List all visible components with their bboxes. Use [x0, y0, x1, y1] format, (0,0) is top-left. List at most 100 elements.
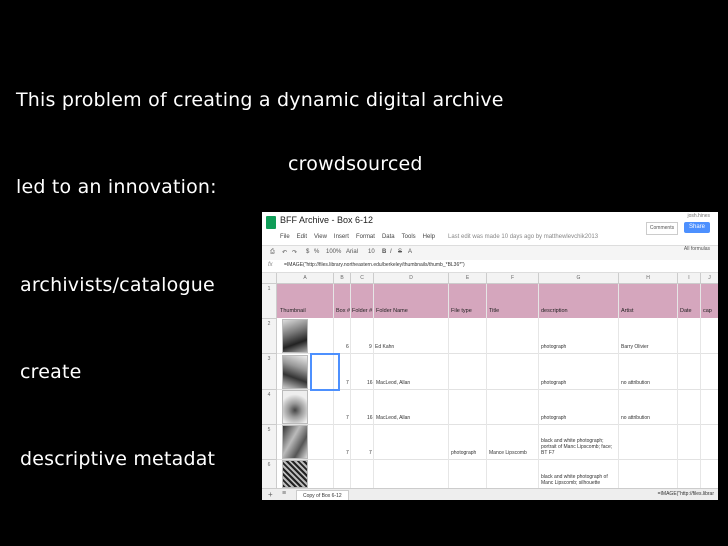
- thumbnail-image[interactable]: [282, 319, 308, 353]
- column-header[interactable]: J: [701, 273, 718, 284]
- folder-cell[interactable]: 9: [369, 344, 372, 350]
- folder-name-cell[interactable]: MacLeod, Allan: [376, 380, 410, 386]
- column-divider: [538, 284, 539, 492]
- column-header[interactable]: I: [678, 273, 701, 284]
- header-cell[interactable]: Folder Name: [376, 308, 408, 314]
- header-cell[interactable]: Box #: [336, 308, 350, 314]
- header-row: Thumbnail Box # Folder # Folder Name Fil…: [277, 284, 718, 318]
- innovation-item: crowdsourced: [288, 153, 423, 175]
- bold-icon[interactable]: B: [382, 249, 386, 255]
- selected-cell[interactable]: [310, 353, 340, 391]
- column-header[interactable]: F: [487, 273, 539, 284]
- row-divider: [277, 389, 718, 390]
- header-cell[interactable]: Thumbnail: [280, 308, 306, 314]
- box-cell[interactable]: 7: [346, 380, 349, 386]
- font-select[interactable]: Arial: [346, 249, 358, 255]
- formula-bar[interactable]: fx =IMAGE("http://files.library.northeas…: [262, 260, 718, 273]
- column-divider: [486, 284, 487, 492]
- header-cell[interactable]: Folder #: [352, 308, 372, 314]
- column-divider: [700, 284, 701, 492]
- folder-name-cell[interactable]: Ed Kahn: [375, 344, 394, 350]
- heading-line: led to an innovation:: [16, 176, 217, 198]
- row-number[interactable]: 2: [262, 319, 277, 354]
- redo-icon[interactable]: ↷: [292, 249, 297, 256]
- folder-cell[interactable]: 16: [367, 415, 373, 421]
- row-number[interactable]: 6: [262, 460, 277, 489]
- folder-cell[interactable]: 16: [367, 380, 373, 386]
- thumbnail-image[interactable]: [282, 460, 308, 488]
- font-size-select[interactable]: 10: [368, 249, 375, 255]
- column-header[interactable]: D: [374, 273, 449, 284]
- share-button[interactable]: Share: [684, 222, 710, 233]
- row-number[interactable]: 4: [262, 390, 277, 425]
- row-number[interactable]: 1: [262, 284, 277, 319]
- document-title[interactable]: BFF Archive - Box 6-12: [280, 215, 373, 225]
- column-header[interactable]: H: [619, 273, 678, 284]
- thumbnail-image[interactable]: [282, 390, 308, 424]
- column-divider: [677, 284, 678, 492]
- add-sheet-icon[interactable]: +: [268, 490, 273, 499]
- column-header[interactable]: B: [334, 273, 351, 284]
- description-cell[interactable]: photograph: [541, 380, 566, 386]
- column-divider: [448, 284, 449, 492]
- artist-cell[interactable]: Barry Olivier: [621, 344, 649, 350]
- header-cell[interactable]: description: [541, 308, 568, 314]
- file-type-cell[interactable]: photograph: [451, 450, 476, 456]
- header-cell[interactable]: File type: [451, 308, 472, 314]
- strikethrough-icon[interactable]: S: [398, 249, 402, 255]
- slide-heading: This problem of creating a dynamic digit…: [16, 28, 504, 231]
- column-header[interactable]: A: [277, 273, 334, 284]
- column-header[interactable]: G: [539, 273, 619, 284]
- menu-edit[interactable]: Edit: [297, 234, 307, 244]
- toolbar: ⎙ ↶ ↷ $ % 100% Arial 10 B I S A: [262, 245, 718, 261]
- menu-view[interactable]: View: [314, 234, 327, 244]
- sheet-tab[interactable]: Copy of Box 6-12: [296, 490, 349, 500]
- print-icon[interactable]: ⎙: [270, 249, 275, 256]
- header-cell[interactable]: Artist: [621, 308, 634, 314]
- percent-icon[interactable]: %: [314, 249, 319, 255]
- thumbnail-image[interactable]: [282, 355, 308, 389]
- formula-text[interactable]: =IMAGE("http://files.library.northeaster…: [284, 262, 465, 268]
- box-cell[interactable]: 7: [346, 415, 349, 421]
- description-cell[interactable]: black and white photograph; portrait of …: [541, 438, 612, 456]
- archivist-line: create: [20, 361, 82, 383]
- row-number[interactable]: 5: [262, 425, 277, 460]
- text-color-icon[interactable]: A: [408, 249, 412, 255]
- comments-button[interactable]: Comments: [646, 222, 678, 235]
- spreadsheet-screenshot: BFF Archive - Box 6-12 josh.hines Commen…: [262, 212, 718, 500]
- column-divider: [373, 284, 374, 492]
- thumbnail-image[interactable]: [282, 425, 308, 459]
- folder-cell[interactable]: 7: [369, 450, 372, 456]
- zoom-select[interactable]: 100%: [326, 249, 341, 255]
- header-cell[interactable]: Date: [680, 308, 692, 314]
- menu-help[interactable]: Help: [423, 234, 435, 244]
- menu-data[interactable]: Data: [382, 234, 395, 244]
- user-account[interactable]: josh.hines: [687, 213, 710, 219]
- description-cell[interactable]: photograph: [541, 344, 566, 350]
- header-cell[interactable]: Title: [489, 308, 499, 314]
- fx-icon: fx: [268, 262, 273, 268]
- description-cell[interactable]: photograph: [541, 415, 566, 421]
- description-cell[interactable]: black and white photograph of Manc Lipsc…: [541, 474, 608, 486]
- artist-cell[interactable]: no attribution: [621, 380, 650, 386]
- header-cell[interactable]: cap: [703, 308, 712, 314]
- corner-header[interactable]: [262, 273, 277, 284]
- row-number[interactable]: 3: [262, 354, 277, 390]
- sheet-list-icon[interactable]: ≡: [282, 490, 286, 497]
- undo-icon[interactable]: ↶: [282, 249, 287, 256]
- box-cell[interactable]: 6: [346, 344, 349, 350]
- menu-tools[interactable]: Tools: [402, 234, 416, 244]
- column-header[interactable]: C: [351, 273, 374, 284]
- box-cell[interactable]: 7: [346, 450, 349, 456]
- menu-file[interactable]: File: [280, 234, 290, 244]
- last-edit-status[interactable]: Last edit was made 10 days ago by matthe…: [448, 234, 598, 244]
- title-cell[interactable]: Mance Lipscomb: [489, 450, 527, 456]
- menu-insert[interactable]: Insert: [334, 234, 349, 244]
- folder-name-cell[interactable]: MacLeod, Allan: [376, 415, 410, 421]
- italic-icon[interactable]: I: [390, 249, 392, 255]
- menu-format[interactable]: Format: [356, 234, 375, 244]
- currency-icon[interactable]: $: [306, 249, 309, 255]
- artist-cell[interactable]: no attribution: [621, 415, 650, 421]
- all-formulas-toggle[interactable]: All formulas: [684, 246, 710, 252]
- column-header[interactable]: E: [449, 273, 487, 284]
